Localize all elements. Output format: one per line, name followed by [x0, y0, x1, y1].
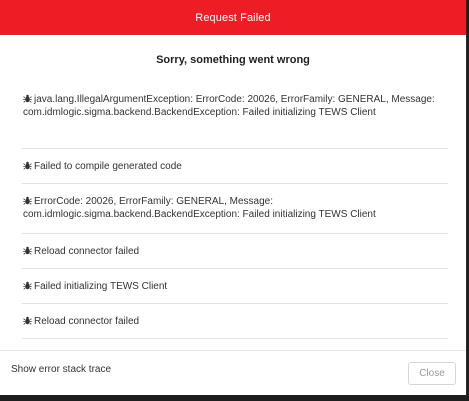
dialog-subtitle: Sorry, something went wrong [156, 54, 310, 66]
dialog-header: Request Failed [0, 0, 466, 35]
bug-icon [23, 94, 32, 103]
error-text: Failed initializing TEWS Client [34, 281, 168, 292]
show-stack-trace-link[interactable]: Show error stack trace [11, 364, 111, 375]
error-item: Reload connector failed [22, 304, 448, 339]
error-text: Failed to compile generated code [34, 161, 182, 172]
bug-icon [23, 316, 32, 325]
error-item: ErrorCode: 20026, ErrorFamily: GENERAL, … [22, 184, 448, 234]
error-text: Reload connector failed [34, 246, 140, 257]
request-failed-dialog: Request Failed Sorry, something went wro… [0, 0, 467, 395]
error-list: java.lang.IllegalArgumentException: Erro… [22, 82, 448, 339]
bug-icon [23, 246, 32, 255]
error-item: java.lang.IllegalArgumentException: Erro… [22, 82, 448, 149]
bug-icon [23, 196, 32, 205]
error-item: Failed initializing TEWS Client [22, 269, 448, 304]
footer-divider [0, 350, 466, 351]
error-text: Reload connector failed [34, 316, 140, 327]
close-button[interactable]: Close [408, 362, 456, 385]
error-item: Failed to compile generated code [22, 149, 448, 184]
error-text: ErrorCode: 20026, ErrorFamily: GENERAL, … [23, 196, 376, 220]
error-item: Reload connector failed [22, 234, 448, 269]
dialog-title: Request Failed [195, 11, 271, 24]
bug-icon [23, 281, 32, 290]
error-text: java.lang.IllegalArgumentException: Erro… [23, 94, 435, 118]
bug-icon [23, 161, 32, 170]
